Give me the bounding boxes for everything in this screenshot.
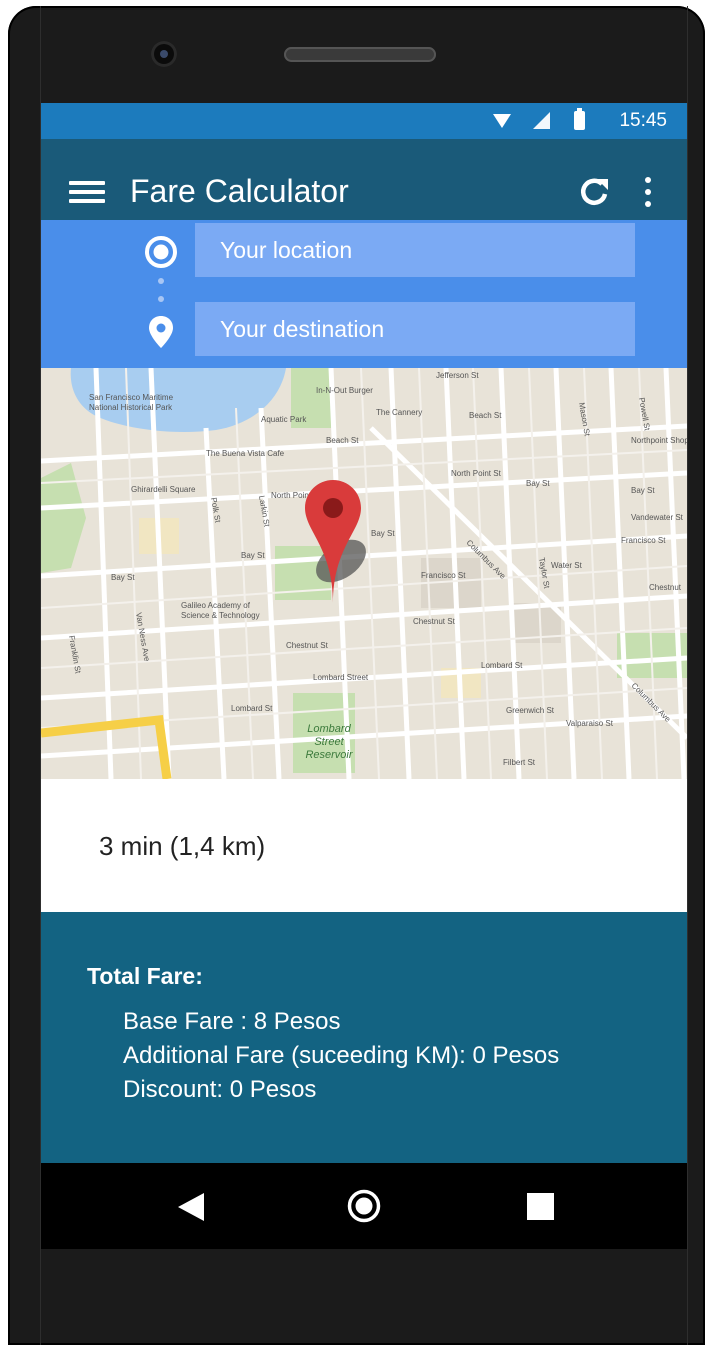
map-label: Galileo Academy of [181,601,251,610]
map-label: Valparaiso St [566,719,614,728]
map-label: Vandewater St [631,513,684,522]
map-label: National Historical Park [89,403,173,412]
battery-icon [574,108,585,130]
wifi-icon [493,114,511,128]
map-label: Northpoint Shopping Ce [631,436,687,445]
map-label: Chestnut St [413,617,456,626]
route-dot [158,296,164,302]
map-label: Street [314,736,344,748]
map-label: Jefferson St [436,371,479,380]
map-label: Chestnut [649,583,682,592]
cell-signal-icon [533,112,550,129]
more-vert-icon[interactable] [641,175,655,209]
route-dot [158,278,164,284]
map-view[interactable]: San Francisco Maritime National Historic… [41,368,687,779]
map-label: Lombard Street [313,673,369,682]
base-fare: Base Fare : 8 Pesos [123,1008,341,1035]
map-label: Francisco St [621,536,666,545]
screen: 15:45 Fare Calculator Your location Your… [41,103,687,1249]
additional-fare: Additional Fare (suceeding KM): 0 Pesos [123,1042,560,1069]
trip-duration-distance: 3 min (1,4 km) [99,831,266,861]
map-label: Beach St [469,411,502,420]
map-label: Lombard [307,723,351,735]
route-panel: Your location Your destination [41,220,687,368]
map-label: Greenwich St [506,706,555,715]
menu-icon[interactable] [69,181,105,203]
navigation-bar [41,1163,687,1249]
map-label: Bay St [241,551,265,560]
place-pin-icon [149,316,173,348]
map-label: Filbert St [503,758,536,767]
refresh-icon[interactable] [577,175,611,209]
map-label: Chestnut St [286,641,329,650]
front-camera [151,41,177,67]
map-label: Reservoir [305,749,353,761]
map-label: San Francisco Maritime [89,393,174,402]
map-label: Bay St [631,486,655,495]
map-label: Francisco St [421,571,466,580]
home-icon[interactable] [347,1189,381,1223]
destination-input[interactable]: Your destination [195,302,635,356]
map-label: Lombard St [231,704,273,713]
status-bar: 15:45 [41,103,687,139]
app-title: Fare Calculator [130,173,349,209]
back-icon[interactable] [178,1193,204,1221]
origin-input[interactable]: Your location [195,223,635,277]
map-label: Bay St [111,573,135,582]
map-label: In-N-Out Burger [316,386,373,395]
fare-panel: Total Fare: Base Fare : 8 Pesos Addition… [41,912,687,1163]
discount: Discount: 0 Pesos [123,1076,317,1103]
map-canvas: San Francisco Maritime National Historic… [41,368,687,779]
trip-summary: 3 min (1,4 km) [41,779,687,912]
app-bar: Fare Calculator [41,139,687,220]
map-label: Lombard St [481,661,523,670]
map-label: Water St [551,561,583,570]
map-label: The Buena Vista Cafe [206,449,285,458]
map-label: Bay St [526,479,550,488]
map-label: Bay St [371,529,395,538]
map-label: The Cannery [376,408,422,417]
bezel-edge-right [687,6,688,1345]
my-location-icon [145,236,177,268]
earpiece-speaker [284,47,436,62]
status-time: 15:45 [619,110,667,131]
map-label: North Point St [451,469,502,478]
map-label: Ghirardelli Square [131,485,196,494]
fare-title: Total Fare: [87,963,203,989]
map-label: Science & Technology [181,611,260,620]
recents-icon[interactable] [527,1193,554,1220]
map-label: Aquatic Park [261,415,307,424]
map-label: Beach St [326,436,359,445]
